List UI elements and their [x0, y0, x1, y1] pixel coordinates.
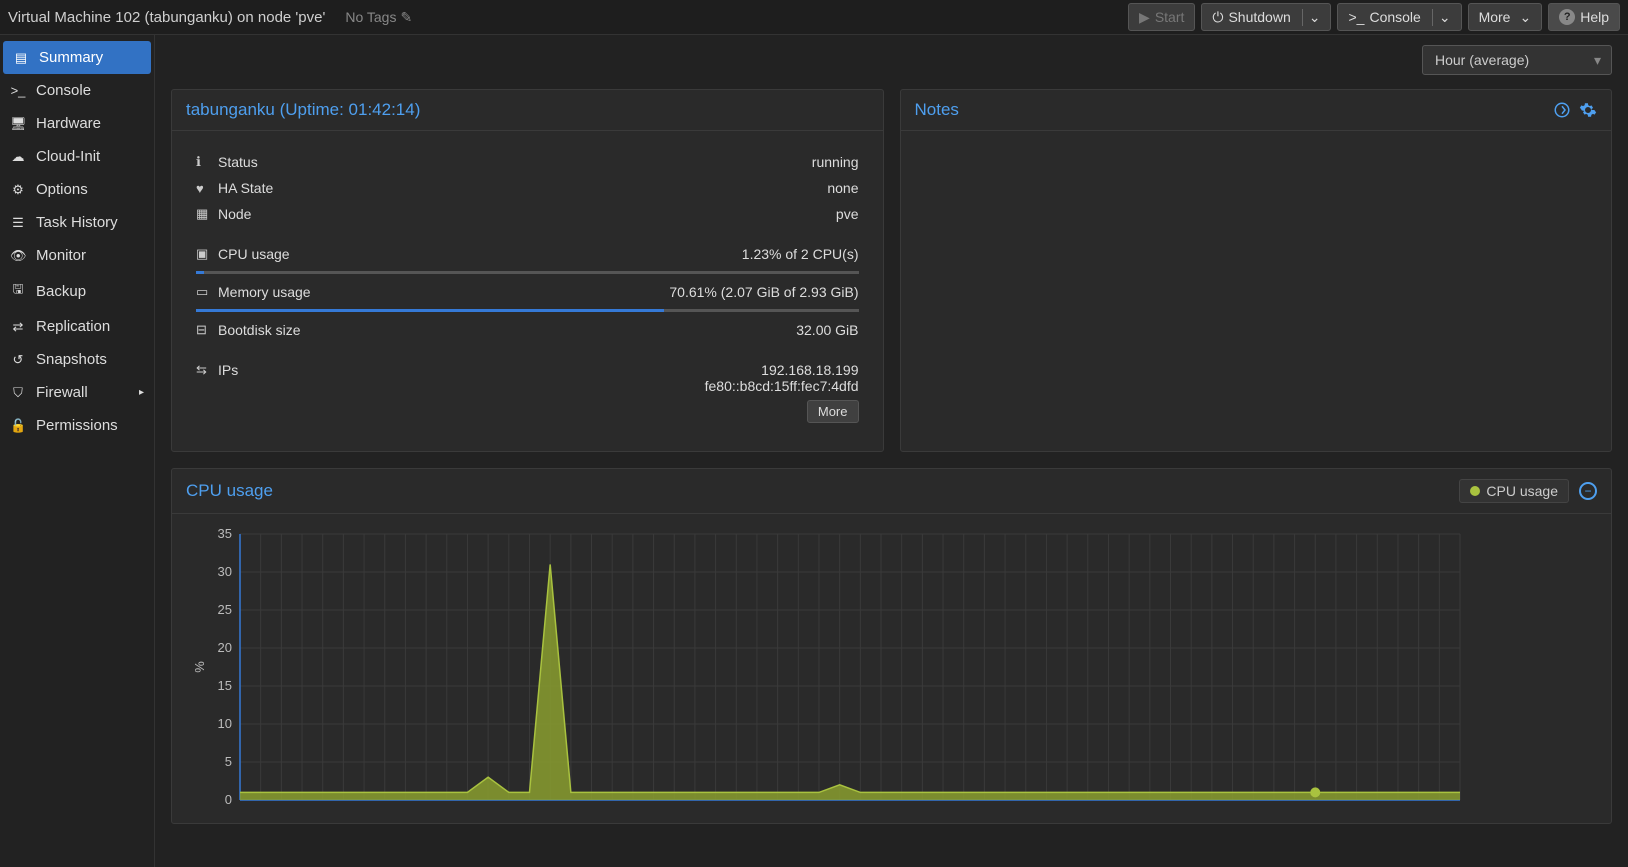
sidebar-item-options[interactable]: ⚙Options	[0, 173, 154, 206]
eye-icon: 👁	[10, 248, 26, 264]
sidebar-item-taskhistory[interactable]: ☰Task History	[0, 206, 154, 239]
sidebar-item-snapshots[interactable]: ↺Snapshots	[0, 343, 154, 376]
save-icon: 🖫	[10, 280, 26, 302]
no-tags-label: No Tags	[345, 9, 396, 25]
sidebar-item-firewall[interactable]: ⛉Firewall▸	[0, 376, 154, 409]
shield-icon: ⛉	[10, 385, 26, 401]
notes-panel: Notes	[900, 89, 1613, 452]
chevron-right-icon: ▸	[139, 387, 144, 398]
play-icon: ▶	[1139, 9, 1150, 26]
help-icon: ?	[1559, 9, 1575, 25]
pencil-icon: ✎	[400, 9, 412, 26]
history-icon: ↺	[10, 352, 26, 368]
svg-text:25: 25	[218, 602, 232, 617]
sidebar-item-console[interactable]: >_Console	[0, 74, 154, 107]
collapse-icon[interactable]: −	[1579, 482, 1597, 500]
ips-more-button[interactable]: More	[807, 400, 859, 423]
terminal-icon: >_	[1348, 9, 1364, 25]
status-label: Status	[218, 154, 378, 170]
disk-value: 32.00 GiB	[796, 322, 858, 338]
svg-text:5: 5	[225, 754, 232, 769]
sidebar-item-backup[interactable]: 🖫Backup	[0, 272, 154, 310]
svg-text:35: 35	[218, 526, 232, 541]
network-icon: ⇆	[196, 362, 218, 378]
timeframe-select[interactable]: Hour (average)	[1422, 45, 1612, 75]
notes-title: Notes	[915, 100, 959, 120]
status-value: running	[812, 154, 859, 170]
chart-legend[interactable]: CPU usage	[1459, 479, 1569, 503]
mem-value: 70.61% (2.07 GiB of 2.93 GiB)	[669, 284, 858, 300]
sidebar-item-summary[interactable]: ▤Summary	[3, 41, 151, 74]
cpu-icon: ▣	[196, 246, 218, 262]
cpu-progress	[196, 271, 859, 274]
gear-icon: ⚙	[10, 182, 26, 198]
svg-text:%: %	[192, 661, 207, 673]
unlock-icon: 🔓	[10, 418, 26, 434]
sidebar-item-cloudinit[interactable]: ☁Cloud-Init	[0, 140, 154, 173]
chart-title: CPU usage	[186, 481, 273, 501]
book-icon: ▤	[13, 50, 29, 66]
ha-value: none	[827, 180, 858, 196]
chevron-down-icon[interactable]: ⌄	[1432, 9, 1451, 26]
svg-text:30: 30	[218, 564, 232, 579]
sidebar-item-permissions[interactable]: 🔓Permissions	[0, 409, 154, 442]
summary-title: tabunganku (Uptime: 01:42:14)	[186, 100, 420, 120]
sidebar: ▤Summary >_Console 🖥Hardware ☁Cloud-Init…	[0, 35, 155, 867]
shutdown-button[interactable]: ⏻ Shutdown ⌄	[1201, 3, 1331, 31]
ha-label: HA State	[218, 180, 378, 196]
sync-icon: ⇄	[10, 319, 26, 335]
hdd-icon: ⊟	[196, 322, 218, 338]
svg-text:20: 20	[218, 640, 232, 655]
svg-text:15: 15	[218, 678, 232, 693]
node-value: pve	[836, 206, 859, 222]
mem-label: Memory usage	[218, 284, 378, 300]
ips-label: IPs	[218, 362, 378, 378]
legend-dot-icon	[1470, 486, 1480, 496]
cpu-chart: 0 5 10 15 20 25 30 35%	[190, 524, 1470, 814]
building-icon: ▦	[196, 206, 218, 222]
heartbeat-icon: ♥	[196, 181, 218, 196]
node-label: Node	[218, 206, 378, 222]
cpu-chart-panel: CPU usage CPU usage − 0 5 10 15 20 25 30 35%	[171, 468, 1612, 824]
summary-panel: tabunganku (Uptime: 01:42:14) ℹStatus run…	[171, 89, 884, 452]
info-icon: ℹ	[196, 154, 218, 170]
sidebar-item-replication[interactable]: ⇄Replication	[0, 310, 154, 343]
chevron-down-icon: ⌄	[1519, 9, 1531, 26]
ip-v6: fe80::b8cd:15ff:fec7:4dfd	[705, 378, 859, 394]
chevron-down-icon[interactable]: ⌄	[1302, 9, 1321, 26]
help-button[interactable]: ? Help	[1548, 3, 1620, 31]
notes-body[interactable]	[901, 131, 1612, 451]
sidebar-item-hardware[interactable]: 🖥Hardware	[0, 107, 154, 140]
refresh-icon[interactable]	[1553, 101, 1571, 119]
sidebar-item-monitor[interactable]: 👁Monitor	[0, 239, 154, 272]
page-title: Virtual Machine 102 (tabunganku) on node…	[8, 9, 325, 26]
power-icon: ⏻	[1212, 9, 1223, 26]
terminal-icon: >_	[10, 83, 26, 98]
cloud-icon: ☁	[10, 149, 26, 165]
list-icon: ☰	[10, 215, 26, 231]
desktop-icon: 🖥	[10, 116, 26, 132]
ip-v4: 192.168.18.199	[705, 362, 859, 378]
start-button[interactable]: ▶ Start	[1128, 3, 1195, 31]
cpu-value: 1.23% of 2 CPU(s)	[742, 246, 859, 262]
disk-label: Bootdisk size	[218, 322, 378, 338]
more-button[interactable]: More ⌄	[1468, 3, 1543, 31]
svg-text:10: 10	[218, 716, 232, 731]
memory-icon: ▭	[196, 284, 218, 300]
svg-text:0: 0	[225, 792, 232, 807]
cpu-label: CPU usage	[218, 246, 378, 262]
gear-icon[interactable]	[1579, 101, 1597, 119]
mem-progress	[196, 309, 859, 312]
console-button[interactable]: >_ Console ⌄	[1337, 3, 1461, 31]
tags-edit[interactable]: No Tags ✎	[345, 9, 412, 26]
